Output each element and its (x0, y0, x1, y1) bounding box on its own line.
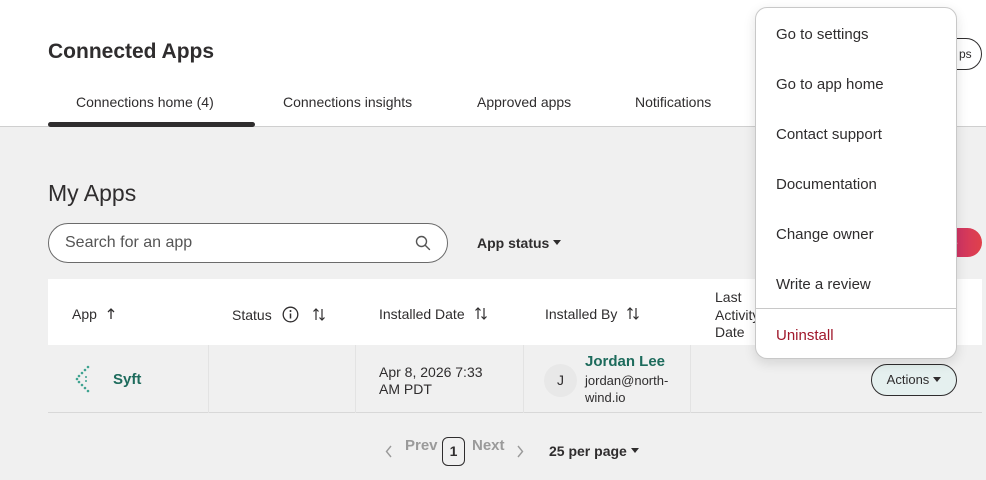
column-divider (355, 345, 356, 413)
menu-item-go-to-app-home[interactable]: Go to app home (776, 76, 884, 93)
menu-item-uninstall[interactable]: Uninstall (776, 327, 834, 344)
menu-item-documentation[interactable]: Documentation (776, 176, 877, 193)
menu-item-change-owner[interactable]: Change owner (776, 226, 874, 243)
chevron-left-icon (385, 445, 392, 458)
installed-date: Apr 8, 2026 7:33 AM PDT (379, 364, 483, 397)
search-input[interactable] (65, 232, 405, 254)
sort-icon (474, 307, 487, 320)
chevron-right-icon (517, 445, 524, 458)
actions-button[interactable]: Actions (871, 364, 957, 396)
page-title: Connected Apps (48, 40, 215, 63)
menu-item-go-to-settings[interactable]: Go to settings (776, 26, 869, 43)
next-page-button[interactable]: Next (472, 437, 505, 454)
chevron-down-icon (630, 448, 639, 454)
menu-divider (756, 308, 956, 309)
menu-item-contact-support[interactable]: Contact support (776, 126, 882, 143)
installed-by-email: jordan@north-wind.io (585, 373, 669, 405)
per-page-select[interactable]: 25 per page (549, 443, 639, 459)
app-logo-icon (75, 365, 90, 393)
sort-ascending-icon (107, 308, 115, 319)
search-box (48, 223, 448, 263)
sort-icon (627, 307, 640, 320)
menu-item-write-review[interactable]: Write a review (776, 276, 871, 293)
tab-connections-insights[interactable]: Connections insights (283, 94, 412, 110)
app-status-filter[interactable]: App status (477, 235, 562, 251)
column-header-app[interactable]: App (72, 306, 116, 322)
app-name-link[interactable]: Syft (113, 371, 141, 388)
prev-page-button[interactable]: Prev (405, 437, 438, 454)
tab-connections-home[interactable]: Connections home (4) (76, 94, 214, 110)
chevron-down-icon (553, 240, 562, 246)
chevron-down-icon (933, 376, 942, 382)
actions-button-label: Actions (886, 372, 930, 387)
column-header-status[interactable]: Status (232, 306, 326, 323)
avatar: J (544, 364, 577, 397)
search-icon[interactable] (415, 235, 431, 251)
tab-notifications[interactable]: Notifications (635, 94, 711, 110)
section-title: My Apps (48, 180, 137, 206)
column-divider (523, 345, 524, 413)
app-status-label: App status (477, 235, 550, 251)
sort-icon (313, 308, 326, 321)
info-icon[interactable] (282, 306, 299, 323)
installed-by-name-link[interactable]: Jordan Lee (585, 353, 665, 370)
column-divider (208, 345, 209, 413)
tab-approved-apps[interactable]: Approved apps (477, 94, 571, 110)
active-tab-indicator (48, 122, 255, 127)
column-header-installed-by[interactable]: Installed By (545, 306, 640, 322)
current-page[interactable]: 1 (442, 437, 465, 466)
per-page-label: 25 per page (549, 443, 627, 459)
column-divider (690, 345, 691, 413)
column-header-installed-date[interactable]: Installed Date (379, 306, 488, 322)
actions-dropdown-menu: Go to settings Go to app home Contact su… (755, 7, 957, 359)
